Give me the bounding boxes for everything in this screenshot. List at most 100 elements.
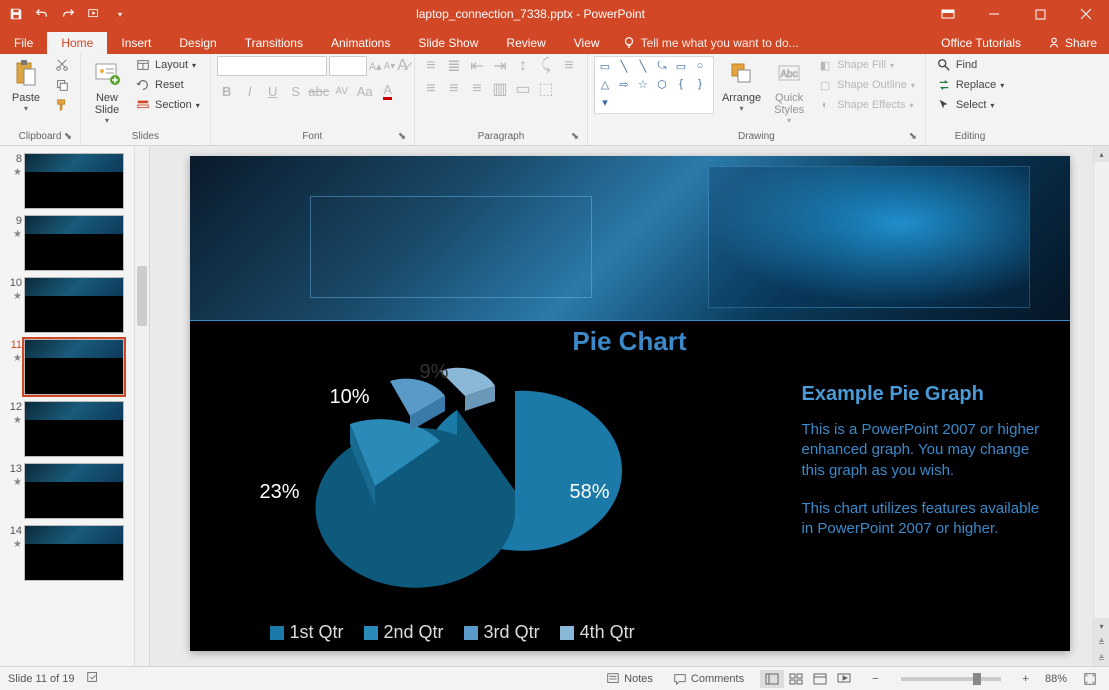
shape-more-icon[interactable]: ▾ (597, 96, 613, 110)
shape-oval-icon[interactable]: ○ (692, 59, 708, 73)
shape-line-icon[interactable]: ╲ (616, 59, 632, 73)
shape-effects-button[interactable]: ◐Shape Effects ▾ (813, 96, 919, 114)
replace-button[interactable]: Replace ▾ (932, 76, 1008, 94)
slide-thumb-10[interactable]: 10★ (0, 274, 149, 336)
qat-more-icon[interactable]: ▾ (112, 6, 128, 22)
next-slide-icon[interactable]: ≚ (1094, 650, 1109, 666)
shape-line2-icon[interactable]: ╲ (635, 59, 651, 73)
section-button[interactable]: Section ▾ (131, 96, 204, 114)
scroll-up-icon[interactable]: ▴ (1094, 146, 1109, 162)
reset-button[interactable]: Reset (131, 76, 204, 94)
maximize-icon[interactable] (1017, 0, 1063, 28)
tab-review[interactable]: Review (492, 32, 559, 54)
slide-side-text[interactable]: Example Pie Graph This is a PowerPoint 2… (802, 381, 1042, 557)
tab-animations[interactable]: Animations (317, 32, 404, 54)
clear-formatting-icon[interactable]: A̷ (397, 57, 408, 75)
justify-icon[interactable]: ≡ (467, 79, 487, 99)
char-spacing-icon[interactable]: AV (332, 81, 352, 101)
share-button[interactable]: Share (1035, 32, 1109, 54)
ribbon-options-icon[interactable] (925, 0, 971, 28)
pie-chart[interactable]: 58% 23% 10% 9% (220, 356, 750, 616)
new-slide-button[interactable]: New Slide ▾ (87, 56, 127, 127)
align-left-icon[interactable]: ≡ (559, 56, 579, 76)
font-color-icon[interactable]: A (378, 81, 398, 101)
change-case-icon[interactable]: Aa (355, 81, 375, 101)
increase-font-icon[interactable]: A▴ (369, 60, 382, 73)
shape-arrow-icon[interactable]: ⇨ (616, 77, 632, 91)
decrease-indent-icon[interactable]: ⇤ (467, 56, 487, 76)
layout-button[interactable]: Layout ▾ (131, 56, 204, 74)
line-spacing-icon[interactable]: ↕ (513, 56, 533, 76)
tab-view[interactable]: View (560, 32, 614, 54)
tell-me-search[interactable]: Tell me what you want to do... (614, 32, 807, 54)
align-text-icon[interactable]: ▭ (513, 79, 533, 99)
comments-button[interactable]: Comments (669, 672, 748, 686)
reading-view-icon[interactable] (808, 670, 832, 688)
zoom-slider[interactable] (901, 677, 1001, 681)
tab-home[interactable]: Home (47, 32, 107, 54)
shape-triangle-icon[interactable]: △ (597, 77, 613, 91)
font-launcher-icon[interactable]: ⬊ (396, 131, 408, 143)
redo-icon[interactable] (60, 6, 76, 22)
shape-rect-icon[interactable]: ▭ (673, 59, 689, 73)
slide-canvas[interactable]: Pie Chart (190, 156, 1070, 651)
fit-to-window-icon[interactable] (1079, 672, 1101, 686)
font-name-input[interactable] (217, 56, 327, 76)
start-from-beginning-icon[interactable] (86, 6, 102, 22)
zoom-level[interactable]: 88% (1045, 673, 1067, 685)
quick-styles-button[interactable]: Abc Quick Styles ▾ (769, 56, 809, 127)
office-tutorials-link[interactable]: Office Tutorials (927, 32, 1035, 54)
clipboard-launcher-icon[interactable]: ⬊ (62, 131, 74, 143)
thumb-scrollbar[interactable] (134, 146, 149, 666)
underline-button[interactable]: U (263, 81, 283, 101)
shadow-button[interactable]: S (286, 81, 306, 101)
zoom-in-icon[interactable]: + (1019, 673, 1033, 685)
italic-button[interactable]: I (240, 81, 260, 101)
minimize-icon[interactable] (971, 0, 1017, 28)
slide-thumb-14[interactable]: 14★ (0, 522, 149, 584)
shapes-gallery[interactable]: ▭ ╲ ╲ ⤿ ▭ ○ △ ⇨ ☆ ⬡ { } ▾ (594, 56, 714, 114)
select-button[interactable]: Select ▾ (932, 96, 1008, 114)
find-button[interactable]: Find (932, 56, 1008, 74)
scroll-down-icon[interactable]: ▾ (1094, 618, 1109, 634)
decrease-font-icon[interactable]: A▾ (384, 61, 396, 72)
tab-design[interactable]: Design (165, 32, 230, 54)
paragraph-launcher-icon[interactable]: ⬊ (569, 131, 581, 143)
notes-button[interactable]: Notes (602, 672, 657, 686)
smartart-icon[interactable]: ⬚ (536, 79, 556, 99)
bold-button[interactable]: B (217, 81, 237, 101)
align-center-icon[interactable]: ≡ (421, 79, 441, 99)
columns-icon[interactable]: ▥ (490, 79, 510, 99)
align-right-icon[interactable]: ≡ (444, 79, 464, 99)
shape-hex-icon[interactable]: ⬡ (654, 77, 670, 91)
numbering-icon[interactable]: ≣ (444, 56, 464, 76)
shape-connector-icon[interactable]: ⤿ (654, 59, 670, 73)
prev-slide-icon[interactable]: ≜ (1094, 634, 1109, 650)
slide-counter[interactable]: Slide 11 of 19 (8, 673, 74, 685)
slide-thumb-9[interactable]: 9★ (0, 212, 149, 274)
slideshow-view-icon[interactable] (832, 670, 856, 688)
shape-star-icon[interactable]: ☆ (635, 77, 651, 91)
shape-brace1-icon[interactable]: { (673, 77, 689, 91)
undo-icon[interactable] (34, 6, 50, 22)
paste-button[interactable]: Paste ▾ (6, 56, 46, 115)
tab-insert[interactable]: Insert (107, 32, 165, 54)
shape-textbox-icon[interactable]: ▭ (597, 59, 613, 73)
normal-view-icon[interactable] (760, 670, 784, 688)
text-direction-icon[interactable]: ⤹ (536, 56, 556, 76)
drawing-launcher-icon[interactable]: ⬊ (907, 131, 919, 143)
strikethrough-button[interactable]: abc (309, 81, 329, 101)
slide-canvas-area[interactable]: Pie Chart (150, 146, 1109, 666)
format-painter-button[interactable] (50, 96, 74, 114)
slide-thumbnail-panel[interactable]: 8★ 9★ 10★ 11★ 12★ 13★ 14★ (0, 146, 150, 666)
zoom-out-icon[interactable]: − (868, 673, 882, 685)
close-icon[interactable] (1063, 0, 1109, 28)
increase-indent-icon[interactable]: ⇥ (490, 56, 510, 76)
slide-thumb-8[interactable]: 8★ (0, 150, 149, 212)
slide-thumb-12[interactable]: 12★ (0, 398, 149, 460)
spellcheck-icon[interactable] (86, 670, 100, 687)
cut-button[interactable] (50, 56, 74, 74)
font-size-input[interactable] (329, 56, 367, 76)
copy-button[interactable] (50, 76, 74, 94)
shape-fill-button[interactable]: ◧Shape Fill ▾ (813, 56, 919, 74)
